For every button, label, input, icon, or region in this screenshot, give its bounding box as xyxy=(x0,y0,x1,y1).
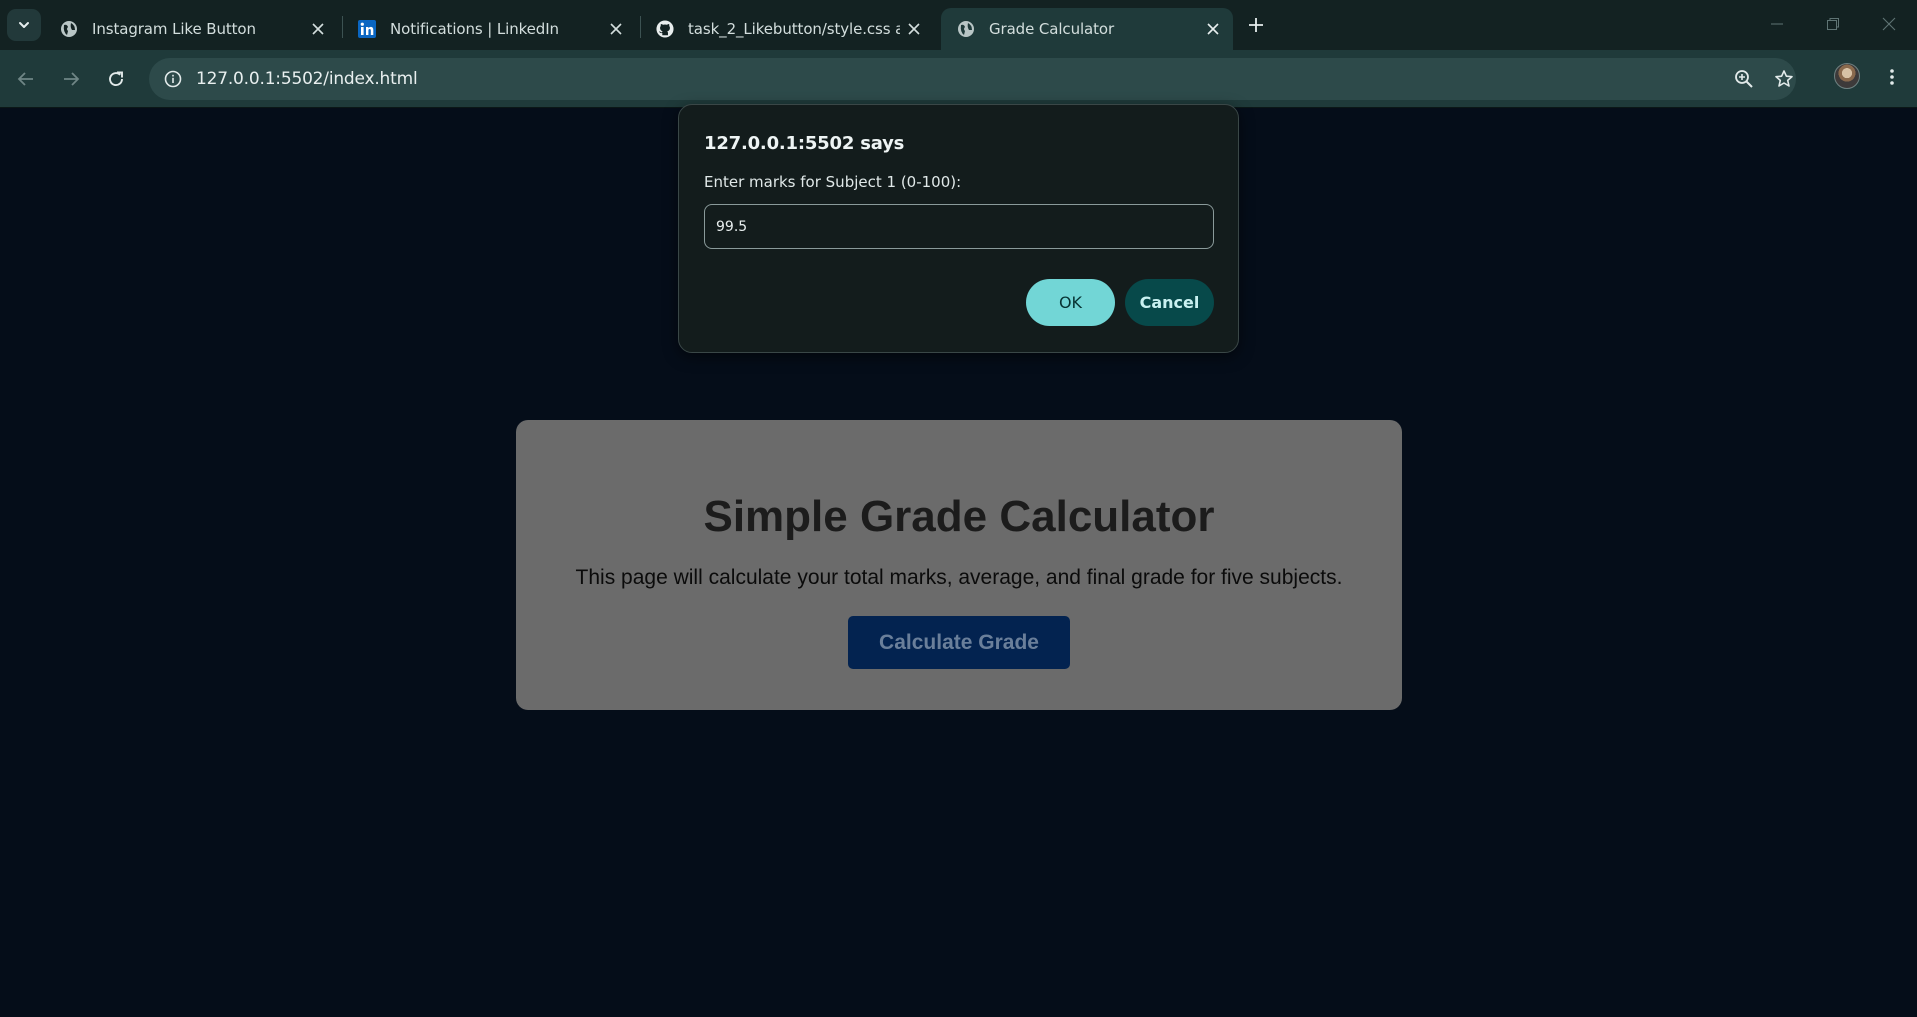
linkedin-icon xyxy=(358,20,376,38)
dialog-message: Enter marks for Subject 1 (0-100): xyxy=(704,173,962,191)
forward-button[interactable] xyxy=(54,62,88,96)
new-tab-button[interactable] xyxy=(1240,11,1272,39)
back-button[interactable] xyxy=(9,62,43,96)
restore-icon xyxy=(1827,18,1839,30)
reload-button[interactable] xyxy=(99,62,133,96)
reload-icon xyxy=(109,71,123,87)
calculate-grade-button[interactable]: Calculate Grade xyxy=(848,616,1070,669)
browser-menu-button[interactable] xyxy=(1878,62,1906,92)
globe-icon xyxy=(60,20,78,38)
page-description: This page will calculate your total mark… xyxy=(575,566,1343,589)
tab-title: Instagram Like Button xyxy=(92,20,256,38)
close-tab-icon[interactable] xyxy=(602,15,630,43)
address-bar[interactable]: 127.0.0.1:5502/index.html xyxy=(149,58,1796,100)
cancel-button[interactable]: Cancel xyxy=(1125,279,1214,326)
plus-icon xyxy=(1249,18,1263,32)
tab-instagram-like-button[interactable]: Instagram Like Button xyxy=(44,8,338,50)
restore-window-button[interactable] xyxy=(1813,6,1853,42)
arrow-left-icon xyxy=(17,72,33,86)
tab-github-style-css[interactable]: task_2_Likebutton/style.css at m xyxy=(640,8,934,50)
close-tab-icon[interactable] xyxy=(304,15,332,43)
close-window-button[interactable] xyxy=(1869,6,1909,42)
bookmark-star-icon[interactable] xyxy=(1770,65,1798,93)
tab-title: Notifications | LinkedIn xyxy=(390,20,559,38)
dialog-title: 127.0.0.1:5502 says xyxy=(704,133,905,154)
url-text: 127.0.0.1:5502/index.html xyxy=(196,69,418,89)
tab-strip: Instagram Like Button Notifications | Li… xyxy=(0,0,1917,50)
chevron-down-icon xyxy=(19,22,29,28)
marks-input[interactable] xyxy=(704,204,1214,249)
grade-calculator-card: Simple Grade Calculator This page will c… xyxy=(516,420,1402,710)
profile-avatar[interactable] xyxy=(1834,63,1860,89)
site-info-icon[interactable] xyxy=(158,64,188,94)
arrow-right-icon xyxy=(64,72,80,86)
tab-search-button[interactable] xyxy=(7,9,41,41)
browser-toolbar: 127.0.0.1:5502/index.html xyxy=(0,50,1917,108)
tab-grade-calculator[interactable]: Grade Calculator xyxy=(941,8,1233,50)
close-tab-icon[interactable] xyxy=(1199,15,1227,43)
github-icon xyxy=(656,20,674,38)
close-tab-icon[interactable] xyxy=(900,15,928,43)
page-title: Simple Grade Calculator xyxy=(703,492,1215,541)
zoom-icon[interactable] xyxy=(1730,65,1758,93)
minimize-window-button[interactable] xyxy=(1757,6,1797,42)
prompt-dialog: 127.0.0.1:5502 says Enter marks for Subj… xyxy=(678,104,1239,353)
tab-linkedin-notifications[interactable]: Notifications | LinkedIn xyxy=(342,8,636,50)
more-vertical-icon xyxy=(1890,69,1894,85)
minimize-icon xyxy=(1771,23,1783,25)
ok-button[interactable]: OK xyxy=(1026,279,1115,326)
tab-title: Grade Calculator xyxy=(989,20,1115,38)
tab-title: task_2_Likebutton/style.css at m xyxy=(688,20,900,38)
globe-icon xyxy=(957,20,975,38)
close-icon xyxy=(1882,17,1896,31)
